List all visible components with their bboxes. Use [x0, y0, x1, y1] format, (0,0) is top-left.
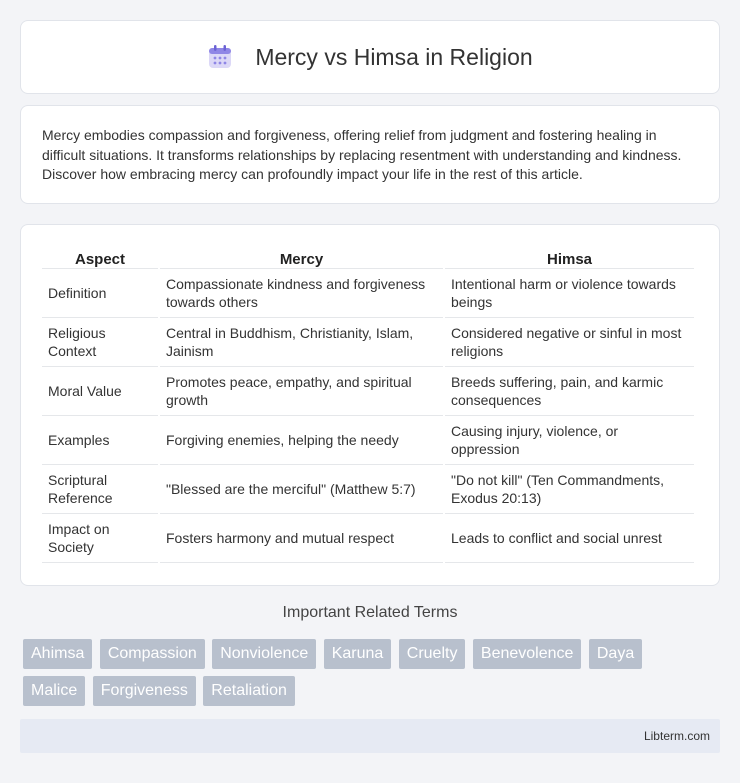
table-cell: Forgiving enemies, helping the needy	[160, 416, 443, 465]
table-cell: Religious Context	[42, 318, 158, 367]
column-header-mercy: Mercy	[160, 247, 443, 269]
table-cell: Fosters harmony and mutual respect	[160, 514, 443, 563]
table-row: Examples Forgiving enemies, helping the …	[42, 416, 694, 465]
table-cell: Impact on Society	[42, 514, 158, 563]
tag-benevolence[interactable]: Benevolence	[472, 639, 582, 669]
table-row: Definition Compassionate kindness and fo…	[42, 269, 694, 318]
comparison-table: Aspect Mercy Himsa Definition Compassion…	[40, 247, 696, 563]
related-terms-title: Important Related Terms	[282, 604, 458, 621]
table-cell: Compassionate kindness and forgiveness t…	[160, 269, 443, 318]
comparison-table-card: Aspect Mercy Himsa Definition Compassion…	[20, 224, 720, 586]
table-cell: Causing injury, violence, or oppression	[445, 416, 694, 465]
table-cell: Intentional harm or violence towards bei…	[445, 269, 694, 318]
table-header-row: Aspect Mercy Himsa	[42, 247, 694, 269]
table-cell: Moral Value	[42, 367, 158, 416]
intro-card: Mercy embodies compassion and forgivenes…	[20, 105, 720, 204]
table-row: Religious Context Central in Buddhism, C…	[42, 318, 694, 367]
footer-site-link[interactable]: Libterm.com	[644, 729, 710, 743]
related-terms-list: Ahimsa Compassion Nonviolence Karuna Cru…	[23, 639, 713, 713]
tag-forgiveness[interactable]: Forgiveness	[92, 676, 196, 706]
table-cell: Scriptural Reference	[42, 465, 158, 514]
table-cell: Promotes peace, empathy, and spiritual g…	[160, 367, 443, 416]
tag-daya[interactable]: Daya	[588, 639, 643, 669]
table-row: Scriptural Reference "Blessed are the me…	[42, 465, 694, 514]
header-card: Mercy vs Himsa in Religion	[20, 20, 720, 94]
table-row: Impact on Society Fosters harmony and mu…	[42, 514, 694, 563]
calendar-icon	[209, 45, 232, 68]
table-cell: Leads to conflict and social unrest	[445, 514, 694, 563]
tag-compassion[interactable]: Compassion	[99, 639, 205, 669]
footer: Libterm.com	[20, 719, 720, 753]
tag-karuna[interactable]: Karuna	[323, 639, 392, 669]
tag-malice[interactable]: Malice	[23, 676, 86, 706]
tag-retaliation[interactable]: Retaliation	[203, 676, 295, 706]
table-row: Moral Value Promotes peace, empathy, and…	[42, 367, 694, 416]
intro-text: Mercy embodies compassion and forgivenes…	[42, 127, 682, 182]
tag-ahimsa[interactable]: Ahimsa	[23, 639, 93, 669]
table-cell: "Do not kill" (Ten Commandments, Exodus …	[445, 465, 694, 514]
table-cell: Examples	[42, 416, 158, 465]
table-cell: "Blessed are the merciful" (Matthew 5:7)	[160, 465, 443, 514]
table-cell: Central in Buddhism, Christianity, Islam…	[160, 318, 443, 367]
tag-cruelty[interactable]: Cruelty	[398, 639, 466, 669]
column-header-himsa: Himsa	[445, 247, 694, 269]
tag-nonviolence[interactable]: Nonviolence	[212, 639, 317, 669]
table-cell: Definition	[42, 269, 158, 318]
column-header-aspect: Aspect	[42, 247, 158, 269]
table-cell: Breeds suffering, pain, and karmic conse…	[445, 367, 694, 416]
page-title: Mercy vs Himsa in Religion	[255, 43, 533, 70]
table-cell: Considered negative or sinful in most re…	[445, 318, 694, 367]
